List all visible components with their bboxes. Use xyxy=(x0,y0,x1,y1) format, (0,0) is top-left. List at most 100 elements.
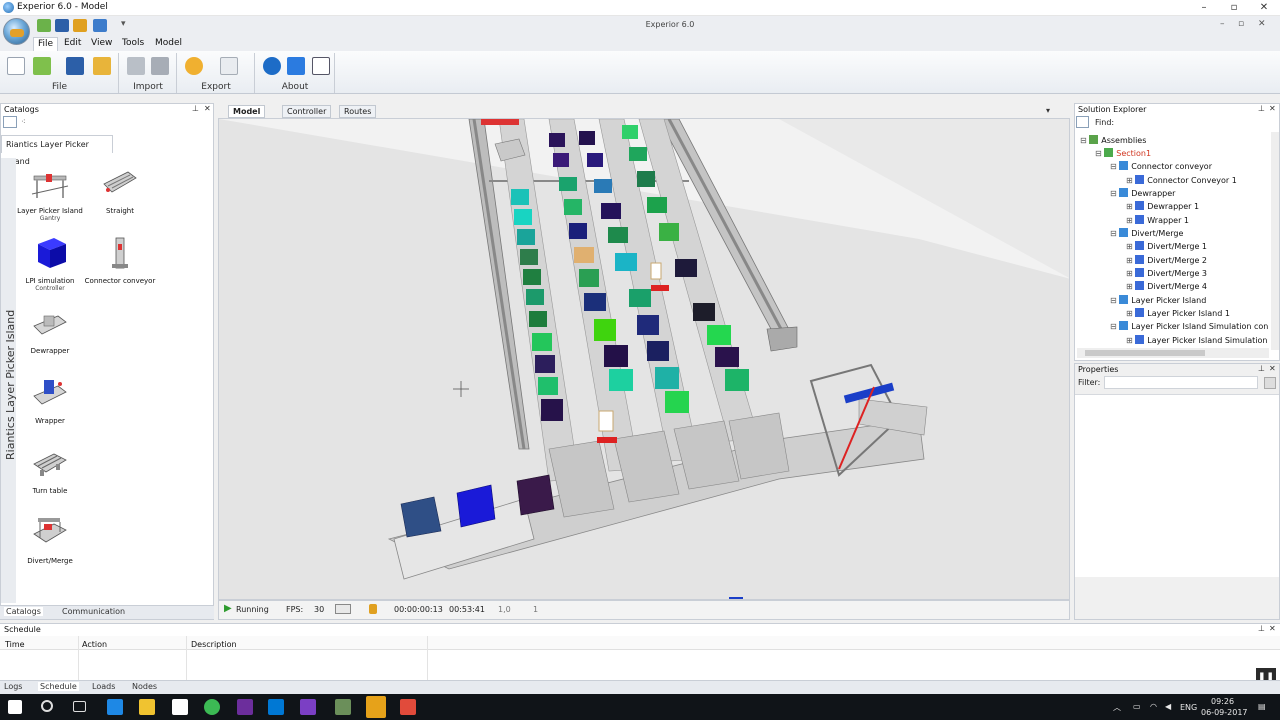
tree-node-divert-merge-1[interactable]: ⊞ Divert/Merge 1 xyxy=(1126,241,1207,251)
clock-date[interactable]: 06-09-2017 xyxy=(1201,708,1248,717)
import-icon[interactable] xyxy=(127,57,145,75)
pin-icon[interactable]: ⊥ xyxy=(1258,364,1265,373)
tree-node-wrapper-1[interactable]: ⊞ Wrapper 1 xyxy=(1126,215,1189,225)
catalog-item-turn-table[interactable]: Turn table xyxy=(12,444,88,495)
close-panel-icon[interactable]: ✕ xyxy=(1269,104,1276,113)
experior-taskbar-icon[interactable] xyxy=(366,696,386,718)
tab-routes[interactable]: Routes xyxy=(339,105,377,118)
tree-node-layer-picker-island-1[interactable]: ⊞ Layer Picker Island 1 xyxy=(1126,308,1230,318)
tree-node-layer-picker-island[interactable]: ⊟ Layer Picker Island xyxy=(1110,295,1206,305)
lock-icon[interactable] xyxy=(369,604,377,614)
keyboard-icon[interactable] xyxy=(335,604,351,614)
export-icon[interactable] xyxy=(185,57,203,75)
menu-file[interactable]: File xyxy=(33,37,59,51)
pin-icon[interactable]: ⊥ xyxy=(192,104,199,113)
menu-tools[interactable]: Tools xyxy=(122,38,144,48)
visual-studio-icon[interactable] xyxy=(237,699,253,715)
tab-logs[interactable]: Logs xyxy=(4,682,22,691)
clock-time[interactable]: 09:26 xyxy=(1211,697,1234,706)
language-indicator[interactable]: ENG xyxy=(1180,703,1197,712)
explorer-scroll-thumb[interactable] xyxy=(1085,350,1205,356)
outlook-icon[interactable] xyxy=(268,699,284,715)
snipping-tool-icon[interactable] xyxy=(400,699,416,715)
maximize-button[interactable]: ▫ xyxy=(1219,1,1249,15)
catalog-item-straight[interactable]: Straight xyxy=(82,164,158,215)
tab-nodes[interactable]: Nodes xyxy=(132,682,157,691)
notifications-icon[interactable]: ▤ xyxy=(1258,702,1266,711)
volume-icon[interactable]: ◀ xyxy=(1165,702,1171,711)
close-panel-icon[interactable]: ✕ xyxy=(1269,364,1276,373)
pin-icon[interactable]: ⊥ xyxy=(1258,104,1265,113)
open-file-icon[interactable] xyxy=(33,57,51,75)
tree-node-connector-conveyor-1[interactable]: ⊞ Connector Conveyor 1 xyxy=(1126,175,1237,185)
inner-minimize-button[interactable]: – xyxy=(1220,19,1225,29)
store-icon[interactable] xyxy=(172,699,188,715)
catalog-item-wrapper[interactable]: Wrapper xyxy=(12,374,88,425)
cube-app-icon[interactable] xyxy=(335,699,351,715)
catalog-folder-icon[interactable] xyxy=(3,116,17,128)
catalog-item-connector-conveyor[interactable]: Connector conveyor xyxy=(82,234,158,285)
filter-input[interactable] xyxy=(1104,376,1258,389)
catalog-search-icon[interactable]: ⁖ xyxy=(21,117,26,126)
tree-node-assemblies[interactable]: ⊟ Assemblies xyxy=(1080,135,1146,145)
close-button[interactable]: ✕ xyxy=(1249,1,1279,15)
save-file-icon[interactable] xyxy=(66,57,84,75)
column-time[interactable]: Time xyxy=(5,640,25,649)
tray-chevron-icon[interactable]: ︿ xyxy=(1113,702,1121,713)
wifi-icon[interactable]: ◠ xyxy=(1150,702,1157,711)
tree-node-divert-merge-4[interactable]: ⊞ Divert/Merge 4 xyxy=(1126,281,1207,291)
tree-node-dewrapper[interactable]: ⊟ Dewrapper xyxy=(1110,188,1175,198)
inner-restore-button[interactable]: ▫ xyxy=(1238,19,1244,29)
start-windows-icon[interactable] xyxy=(8,700,22,714)
visual-studio-2-icon[interactable] xyxy=(300,699,316,715)
tab-model[interactable]: Model xyxy=(228,105,266,118)
tree-node-divert-merge-3[interactable]: ⊞ Divert/Merge 3 xyxy=(1126,268,1207,278)
application-menu-button[interactable] xyxy=(3,18,30,45)
menu-edit[interactable]: Edit xyxy=(64,38,81,48)
pin-icon[interactable]: ⊥ xyxy=(1258,624,1265,633)
tab-list-dropdown-icon[interactable]: ▾ xyxy=(1046,106,1050,115)
tab-communication[interactable]: Communication xyxy=(62,607,125,616)
save-as-icon[interactable] xyxy=(93,57,111,75)
tree-node-connector-conveyor[interactable]: ⊟ Connector conveyor xyxy=(1110,161,1212,171)
info-icon[interactable] xyxy=(263,57,281,75)
close-panel-icon[interactable]: ✕ xyxy=(1269,624,1276,633)
help-icon[interactable] xyxy=(287,57,305,75)
play-icon[interactable]: ▶ xyxy=(224,603,232,614)
menu-model[interactable]: Model xyxy=(155,38,182,48)
task-view-icon[interactable] xyxy=(73,701,86,712)
edge-browser-icon[interactable] xyxy=(107,699,123,715)
catalog-item-dewrapper[interactable]: Dewrapper xyxy=(12,304,88,355)
close-panel-icon[interactable]: ✕ xyxy=(204,104,211,113)
new-file-icon[interactable] xyxy=(7,57,25,75)
tab-catalogs[interactable]: Catalogs xyxy=(4,607,43,616)
filter-clear-icon[interactable] xyxy=(1264,377,1276,389)
tree-node-divert-merge-2[interactable]: ⊞ Divert/Merge 2 xyxy=(1126,255,1207,265)
export-options-icon[interactable] xyxy=(220,57,238,75)
column-action[interactable]: Action xyxy=(82,640,107,649)
tree-node-lpi-simulation[interactable]: ⊞ Layer Picker Island Simulation xyxy=(1126,335,1268,345)
catalog-item-lpi-simulation[interactable]: LPI simulation Controller xyxy=(12,234,88,292)
inner-close-button[interactable]: ✕ xyxy=(1258,19,1266,29)
tab-controller[interactable]: Controller xyxy=(282,105,332,118)
menu-view[interactable]: View xyxy=(91,38,112,48)
import-cad-icon[interactable] xyxy=(151,57,169,75)
tree-node-dewrapper-1[interactable]: ⊞ Dewrapper 1 xyxy=(1126,201,1199,211)
chrome-icon[interactable] xyxy=(204,699,220,715)
explorer-folder-icon[interactable] xyxy=(1076,116,1089,128)
license-icon[interactable] xyxy=(312,57,330,75)
tree-node-lpi-simulation-controller[interactable]: ⊟ Layer Picker Island Simulation con xyxy=(1110,321,1268,331)
tab-riantics-layer-picker-island[interactable]: Riantics Layer Picker Island xyxy=(1,135,113,166)
explorer-vertical-scrollbar[interactable] xyxy=(1271,132,1279,350)
search-icon[interactable] xyxy=(41,700,53,712)
catalog-item-divert-merge[interactable]: Divert/Merge xyxy=(12,514,88,565)
minimize-button[interactable]: – xyxy=(1189,1,1219,15)
tree-node-divert-merge[interactable]: ⊟ Divert/Merge xyxy=(1110,228,1183,238)
catalog-item-layer-picker-island[interactable]: Layer Picker Island Gantry xyxy=(12,164,88,222)
tab-loads[interactable]: Loads xyxy=(92,682,115,691)
network-icon[interactable]: ▭ xyxy=(1133,702,1141,711)
model-3d-viewport[interactable] xyxy=(218,118,1070,600)
tab-schedule[interactable]: Schedule xyxy=(38,682,79,691)
file-explorer-icon[interactable] xyxy=(139,699,155,715)
tree-node-section1[interactable]: ⊟ Section1 xyxy=(1095,148,1151,158)
